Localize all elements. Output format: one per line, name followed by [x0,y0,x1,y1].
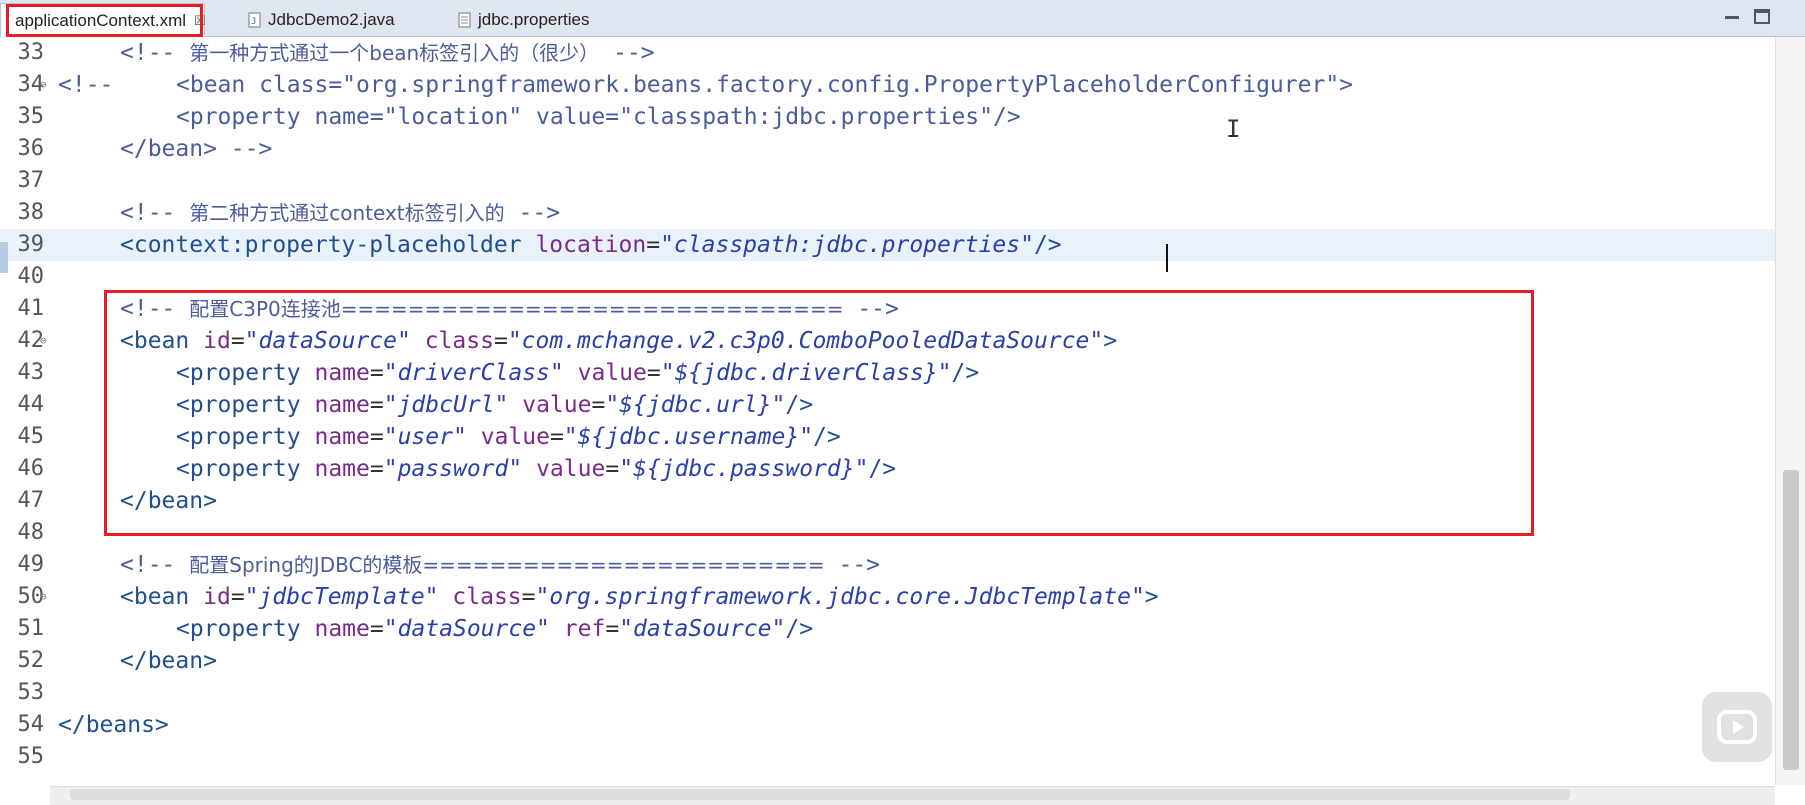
mouse-ibeam-cursor-icon: I [1226,115,1241,143]
line-number: 54 [17,712,45,737]
video-play-overlay[interactable] [1702,692,1772,762]
line-number: 48 [17,520,45,545]
line-number: 53 [17,680,45,705]
line-number: 38 [17,200,45,225]
code-comment: <!-- [58,72,114,98]
comment-token: <!-- [120,40,176,66]
code-line: 34 ⊖ <!-- <bean class="org.springframewo… [0,69,1775,101]
equals-token: = [646,232,661,258]
line-number: 50 [17,584,45,609]
xml-tag-end: > [1144,584,1159,610]
line-number: 44 [17,392,45,417]
code-line: 50 ⊖ <bean id="jdbcTemplate" class="org.… [0,581,1775,613]
code-comment: 配置Spring的JDBC的模板======================== [189,553,825,577]
code-line: 38 <!-- 第二种方式通过context标签引入的 --> [0,197,1775,229]
line-number: 33 [17,40,45,65]
equals-token: = [230,584,245,610]
svg-text:J: J [251,17,256,27]
xml-tag: <bean [120,584,190,610]
xml-tag: </bean> [120,648,217,674]
line-number: 47 [17,488,45,513]
code-line: 53 [0,677,1775,709]
xml-tag: <property [176,616,301,642]
fold-toggle-icon[interactable]: ⊖ [40,79,47,91]
comment-token: --> [518,200,561,226]
equals-token: = [605,616,620,642]
fold-toggle-icon[interactable]: ⊖ [40,335,47,347]
code-comment: <bean class="org.springframework.beans.f… [176,72,1354,98]
line-number: 42 [17,328,45,353]
code-line: 52 </bean> [0,645,1775,677]
line-number: 35 [17,104,45,129]
line-number: 43 [17,360,45,385]
line-number: 41 [17,296,45,321]
code-line: 49 <!-- 配置Spring的JDBC的模板================… [0,549,1775,581]
xml-string: "org.springframework.jdbc.core.JdbcTempl… [535,584,1145,610]
xml-attribute: name [314,616,370,642]
xml-string: "dataSource" [383,616,550,642]
tab-label: jdbc.properties [478,9,590,29]
fold-toggle-icon[interactable]: ⊖ [40,591,47,603]
line-number: 34 [17,72,45,97]
play-icon [1717,710,1757,744]
xml-string: "dataSource" [619,616,786,642]
java-file-icon: J [248,12,261,27]
code-line-current: 39 <context:property-placeholder locatio… [0,229,1775,261]
properties-file-icon [458,12,471,27]
horizontal-scroll-thumb[interactable] [70,789,1570,800]
line-number: 37 [17,168,45,193]
tab-jdbc-properties[interactable]: jdbc.properties [450,4,640,35]
xml-string: "classpath:jdbc.properties" [660,232,1034,258]
comment-token: <!-- [120,552,176,578]
xml-string: "jdbcTemplate" [244,584,439,610]
xml-attribute: location [535,232,647,258]
vertical-scroll-thumb[interactable] [1783,470,1799,770]
editor-tab-bar: x applicationContext.xml ☒ J JdbcDemo2.j… [0,0,1805,37]
code-comment: 第一种方式通过一个bean标签引入的（很少） [189,41,600,65]
comment-token: <!-- [120,200,176,226]
tab-label: JdbcDemo2.java [268,9,395,29]
code-comment: <property name="location" value="classpa… [176,104,1021,130]
xml-tag-end: /> [1033,232,1062,258]
current-line-marker [0,242,8,273]
xml-attribute: class [452,584,522,610]
code-line: 36 </bean> --> [0,133,1775,165]
line-number: 55 [17,744,45,769]
code-comment: </bean> --> [120,136,273,162]
minimize-icon[interactable] [1722,8,1742,26]
line-number: 51 [17,616,45,641]
xml-attribute: ref [563,616,606,642]
line-number: 45 [17,424,45,449]
code-comment: 第二种方式通过context标签引入的 [189,201,505,225]
xml-attribute: id [203,584,231,610]
code-line: 54 </beans> [0,709,1775,741]
equals-token: = [521,584,536,610]
comment-token: --> [838,552,881,578]
code-line: 51 <property name="dataSource" ref="data… [0,613,1775,645]
code-line: 37 [0,165,1775,197]
code-line: 33 <!-- 第一种方式通过一个bean标签引入的（很少） --> [0,37,1775,69]
code-line: 55 [0,741,1775,773]
line-number: 52 [17,648,45,673]
tab-highlight-box [6,4,203,37]
line-number: 49 [17,552,45,577]
line-number: 46 [17,456,45,481]
code-line: 40 [0,261,1775,293]
xml-tag: </beans> [58,712,169,738]
tab-jdbcdemo2-java[interactable]: J JdbcDemo2.java [240,4,430,35]
line-number: 36 [17,136,45,161]
equals-token: = [369,616,384,642]
code-line: 35 <property name="location" value="clas… [0,101,1775,133]
maximize-icon[interactable] [1752,8,1772,26]
c3p0-highlight-box [104,290,1534,536]
text-caret [1166,244,1168,272]
xml-tag: <context:property-placeholder [120,232,522,258]
comment-token: --> [613,40,655,66]
xml-tag-end: /> [785,616,814,642]
